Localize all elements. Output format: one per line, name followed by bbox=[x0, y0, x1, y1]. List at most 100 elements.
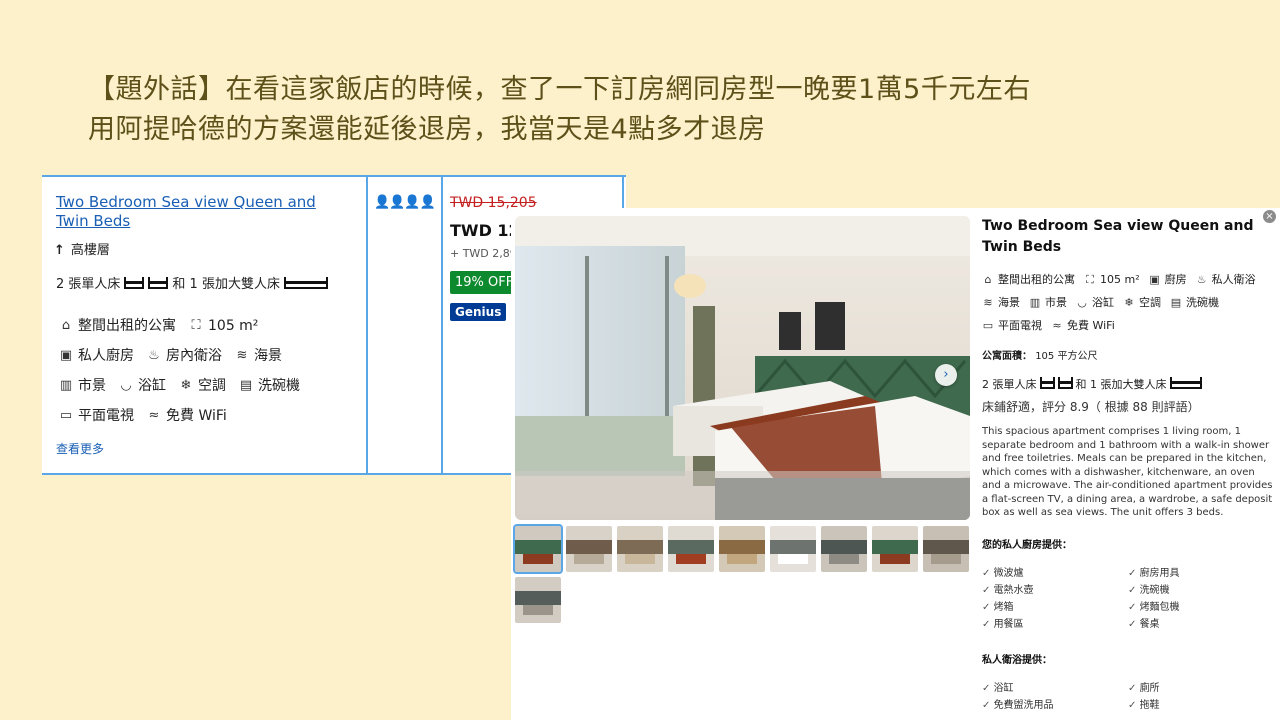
facility-label: 整間出租的公寓 bbox=[78, 318, 176, 334]
next-photo-button[interactable]: › bbox=[935, 364, 957, 386]
facility-item: ▣ 廚房 bbox=[1149, 268, 1187, 291]
kitchen-section-title: 您的私人廚房提供： bbox=[982, 539, 1072, 551]
floor-label: 高樓層 bbox=[70, 243, 110, 258]
facility-item: ≈ 免費 WiFi bbox=[1051, 314, 1114, 337]
photo-thumbnail[interactable] bbox=[923, 526, 969, 572]
facility-row: ▭ 平面電視 ≈ 免費 WiFi bbox=[982, 314, 1274, 337]
facility-row: ≋ 海景 ▥ 市景 ◡ 浴缸 ❄ 空調 ▤ 洗碗機 bbox=[982, 291, 1274, 314]
facility-item: ❄ 空調 bbox=[178, 371, 226, 401]
facility-label: 空調 bbox=[1139, 296, 1161, 309]
photo-thumbnail[interactable] bbox=[770, 526, 816, 572]
house-icon: ⌂ bbox=[984, 273, 992, 286]
person-icon: 👤 bbox=[404, 195, 420, 210]
facility-row: ▥ 市景 ◡ 浴缸 ❄ 空調 ▤ 洗碗機 bbox=[58, 371, 300, 401]
kitchen-amenity-list: 微波爐廚房用具電熱水壺洗碗機烤箱烤麵包機用餐區餐桌 bbox=[982, 565, 1274, 633]
bathroom-amenity-list: 浴缸廁所免費盥洗用品拖鞋 bbox=[982, 680, 1274, 714]
room-name-link[interactable]: Two Bedroom Sea view Queen and Twin Beds bbox=[56, 193, 346, 231]
facility-item: ▭ 平面電視 bbox=[982, 314, 1042, 337]
city-icon: ▥ bbox=[59, 378, 73, 393]
dishwasher-icon: ▤ bbox=[239, 378, 253, 393]
amenity-item: 廁所 bbox=[1128, 680, 1274, 697]
facility-item: ▭ 平面電視 bbox=[58, 401, 134, 431]
facility-item: ⌂ 整間出租的公寓 bbox=[58, 311, 176, 341]
facility-item: ⛶ 105 m² bbox=[188, 311, 258, 341]
amenity-item: 微波爐 bbox=[982, 565, 1128, 582]
arrow-up-icon: ↑ bbox=[54, 243, 65, 258]
bath-icon: ♨ bbox=[1196, 273, 1207, 286]
facility-item: ▣ 私人廚房 bbox=[58, 341, 134, 371]
facility-label: 整間出租的公寓 bbox=[998, 273, 1075, 286]
amenity-item: 烤麵包機 bbox=[1128, 599, 1274, 616]
person-icon: 👤 bbox=[389, 195, 405, 210]
panel-facility-list: ⌂ 整間出租的公寓 ⛶ 105 m² ▣ 廚房 ♨ 私人衛浴 ≋ 海景 ▥ 市景 ◡ 浴缸 ❄ 空調 ▤ 洗碗機 ▭… bbox=[982, 268, 1274, 337]
amenity-item: 洗碗機 bbox=[1128, 582, 1274, 599]
area-value: 105 平方公尺 bbox=[1035, 351, 1098, 362]
discount-badge: 19% OFF bbox=[450, 271, 519, 294]
amenity-item: 拖鞋 bbox=[1128, 697, 1274, 714]
photo-thumbnail[interactable] bbox=[515, 577, 561, 623]
column-divider bbox=[366, 177, 368, 473]
photo-thumbnail[interactable] bbox=[668, 526, 714, 572]
city-icon: ▥ bbox=[1029, 296, 1041, 309]
single-beds-label: 2 張單人床 bbox=[56, 277, 121, 292]
ac-icon: ❄ bbox=[1124, 296, 1134, 309]
facility-item: ▤ 洗碗機 bbox=[1170, 291, 1219, 314]
photo-thumbnail[interactable] bbox=[821, 526, 867, 572]
room-description: This spacious apartment comprises 1 livi… bbox=[982, 426, 1273, 518]
photo-thumbnail[interactable] bbox=[566, 526, 612, 572]
room-detail-panel: › × Two Bedroom Sea view Queen and Twin … bbox=[511, 208, 1280, 720]
facility-item: ❄ 空調 bbox=[1123, 291, 1161, 314]
facility-item: ▥ 市景 bbox=[58, 371, 106, 401]
facility-label: 海景 bbox=[254, 348, 282, 364]
tv-icon: ▭ bbox=[982, 319, 994, 332]
amenity-item: 電熱水壺 bbox=[982, 582, 1128, 599]
facility-label: 洗碗機 bbox=[1186, 296, 1219, 309]
facility-label: 浴缸 bbox=[138, 378, 166, 394]
facility-row: ⌂ 整間出租的公寓 ⛶ 105 m² bbox=[58, 311, 300, 341]
bathtub-icon: ◡ bbox=[1077, 296, 1087, 309]
wifi-icon: ≈ bbox=[1052, 319, 1062, 332]
tv-icon: ▭ bbox=[59, 408, 73, 423]
photo-thumbnail[interactable] bbox=[719, 526, 765, 572]
column-divider bbox=[441, 177, 443, 473]
guest-count-icons: 👤👤👤👤 bbox=[374, 195, 436, 210]
amenity-item: 廚房用具 bbox=[1128, 565, 1274, 582]
see-more-link[interactable]: 查看更多 bbox=[56, 440, 104, 457]
floor-info: ↑ 高樓層 bbox=[54, 239, 110, 258]
facility-item: ▥ 市景 bbox=[1029, 291, 1067, 314]
facility-label: 105 m² bbox=[208, 318, 259, 334]
facility-label: 廚房 bbox=[1164, 273, 1187, 286]
facility-item: ♨ 房內衛浴 bbox=[146, 341, 222, 371]
photo-thumbnail[interactable] bbox=[872, 526, 918, 572]
dishwasher-icon: ▤ bbox=[1170, 296, 1182, 309]
amenity-item: 浴缸 bbox=[982, 680, 1128, 697]
apartment-area: 公寓面積： 105 平方公尺 bbox=[982, 347, 1274, 362]
amenity-item: 用餐區 bbox=[982, 616, 1128, 633]
photo-thumbnail[interactable] bbox=[513, 524, 563, 574]
bed-comfort-rating: 床鋪舒適，評分 8.9（ 根據 88 則評語） bbox=[982, 400, 1200, 414]
facility-row: ▣ 私人廚房 ♨ 房內衛浴 ≋ 海景 bbox=[58, 341, 300, 371]
facility-item: ≋ 海景 bbox=[234, 341, 282, 371]
bathroom-section-title: 私人衛浴提供： bbox=[982, 654, 1052, 666]
facility-item: ▤ 洗碗機 bbox=[238, 371, 300, 401]
headline-line-2: 用阿提哈德的方案還能延後退房，我當天是4點多才退房 bbox=[88, 114, 766, 145]
facility-label: 房內衛浴 bbox=[166, 348, 222, 364]
double-bed-label: 和 1 張加大雙人床 bbox=[172, 277, 280, 292]
facility-label: 海景 bbox=[998, 296, 1020, 309]
single-beds-label: 2 張單人床 bbox=[982, 378, 1037, 391]
main-room-photo[interactable]: › bbox=[515, 216, 970, 520]
single-bed-icon bbox=[124, 276, 145, 289]
photo-thumbnail[interactable] bbox=[617, 526, 663, 572]
facility-label: 平面電視 bbox=[78, 408, 134, 424]
amenity-item: 餐桌 bbox=[1128, 616, 1274, 633]
facility-item: ◡ 浴缸 bbox=[118, 371, 166, 401]
facility-label: 市景 bbox=[1045, 296, 1067, 309]
amenity-item: 免費盥洗用品 bbox=[982, 697, 1128, 714]
single-bed-icon bbox=[148, 276, 169, 289]
kitchen-icon: ▣ bbox=[1149, 273, 1160, 286]
bed-info: 2 張單人床 和 1 張加大雙人床 bbox=[56, 273, 328, 292]
facility-item: ♨ 私人衛浴 bbox=[1196, 268, 1256, 291]
facility-label: 105 m² bbox=[1100, 273, 1140, 286]
facility-label: 私人衛浴 bbox=[1211, 273, 1256, 286]
house-icon: ⌂ bbox=[61, 318, 71, 333]
